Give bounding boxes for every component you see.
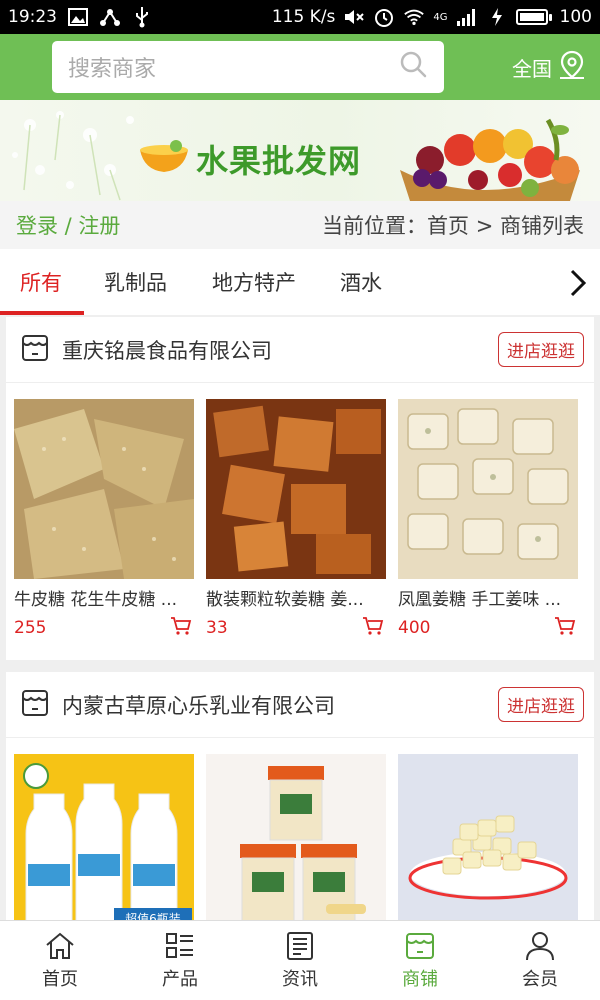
chevron-right-icon[interactable] [566, 267, 588, 303]
news-icon [287, 931, 313, 960]
fruit-basket-illustration [400, 118, 580, 201]
clock: 19:23 [8, 7, 57, 27]
nav-shops[interactable]: 商铺 [360, 921, 480, 1000]
battery-icon [515, 9, 552, 25]
milk-promo-text: 超值6瓶装 [125, 911, 181, 920]
product-item[interactable]: 散装颗粒软姜糖 姜... 33 [206, 399, 386, 640]
home-icon [46, 932, 74, 959]
dairy-jars-image [206, 754, 386, 920]
nav-products-label: 产品 [162, 968, 198, 990]
shop-card-header: 内蒙古草原心乐乳业有限公司 进店逛逛 [6, 672, 594, 738]
phoenix-ginger-candy-image [398, 399, 578, 579]
product-row: 超值6瓶装 [6, 738, 594, 920]
tab-all[interactable]: 所有 [0, 249, 84, 315]
category-tabs: 所有 乳制品 地方特产 酒水 [0, 249, 600, 315]
peanut-brittle-image [14, 399, 194, 579]
image-notification-icon [67, 6, 89, 28]
banner[interactable]: 水果批发网 [0, 100, 600, 201]
region-selector[interactable]: 全国 [512, 50, 586, 85]
alarm-icon [373, 6, 395, 28]
search-icon[interactable] [398, 49, 428, 85]
shop-card-header: 重庆铭晨食品有限公司 进店逛逛 [6, 317, 594, 383]
share-icon [99, 6, 121, 28]
network-type: 4G [433, 11, 448, 23]
product-item[interactable]: 凤凰姜糖 手工姜味 ... 400 [398, 399, 578, 640]
shop-icon [406, 932, 434, 959]
bottom-nav: 首页 产品 资讯 商铺 会员 [0, 920, 600, 1000]
product-item[interactable] [206, 754, 386, 920]
product-item[interactable]: 超值6瓶装 [14, 754, 194, 920]
add-to-cart-icon[interactable] [362, 616, 384, 640]
nav-news-label: 资讯 [282, 968, 318, 990]
nav-home[interactable]: 首页 [0, 921, 120, 1000]
add-to-cart-icon[interactable] [170, 616, 192, 640]
shop-card: 重庆铭晨食品有限公司 进店逛逛 牛皮糖 花生牛皮糖 ... 255 散装颗粒软姜… [6, 317, 594, 660]
banner-brand-title: 水果批发网 [196, 142, 362, 180]
region-label: 全国 [512, 56, 552, 81]
product-title: 散装颗粒软姜糖 姜... [206, 590, 364, 610]
tab-dairy[interactable]: 乳制品 [104, 249, 167, 315]
tab-liquor[interactable]: 酒水 [340, 249, 382, 315]
product-item[interactable] [398, 754, 578, 920]
enter-shop-button[interactable]: 进店逛逛 [498, 687, 584, 722]
nav-member-label: 会员 [522, 968, 558, 990]
usb-icon [131, 6, 153, 28]
shop-name[interactable]: 内蒙古草原心乐乳业有限公司 [62, 690, 335, 720]
list-icon [166, 932, 193, 958]
shop-card: 内蒙古草原心乐乳业有限公司 进店逛逛 超值6瓶装 [6, 672, 594, 920]
juice-cup-logo-icon [140, 140, 188, 172]
shop-list: 重庆铭晨食品有限公司 进店逛逛 牛皮糖 花生牛皮糖 ... 255 散装颗粒软姜… [0, 315, 600, 920]
search-input[interactable]: 搜索商家 [52, 41, 444, 93]
app-header: 搜索商家 全国 [0, 34, 600, 100]
search-placeholder: 搜索商家 [68, 57, 157, 82]
store-icon [20, 333, 50, 367]
login-register-link[interactable]: 登录 / 注册 [16, 210, 120, 240]
location-pin-icon [558, 50, 586, 85]
mute-icon [343, 6, 365, 28]
nav-member[interactable]: 会员 [480, 921, 600, 1000]
network-speed: 115 K/s [271, 7, 336, 27]
product-price: 400 [398, 618, 431, 638]
product-title: 牛皮糖 花生牛皮糖 ... [14, 590, 178, 610]
product-price: 33 [206, 618, 228, 638]
store-icon [20, 688, 50, 722]
cheese-cubes-image [398, 754, 578, 920]
breadcrumb-bar: 登录 / 注册 当前位置：首页 > 商铺列表 [0, 201, 600, 249]
charging-icon [486, 6, 508, 28]
milk-bottles-image: 超值6瓶装 [14, 754, 194, 920]
product-price: 255 [14, 618, 47, 638]
tab-local-specialty[interactable]: 地方特产 [212, 249, 296, 315]
nav-news[interactable]: 资讯 [240, 921, 360, 1000]
enter-shop-button[interactable]: 进店逛逛 [498, 332, 584, 367]
ginger-candy-image [206, 399, 386, 579]
user-icon [526, 931, 554, 960]
nav-home-label: 首页 [42, 968, 78, 990]
signal-icon [456, 6, 478, 28]
product-item[interactable]: 牛皮糖 花生牛皮糖 ... 255 [14, 399, 194, 640]
nav-products[interactable]: 产品 [120, 921, 240, 1000]
battery-percent: 100 [559, 7, 592, 27]
product-title: 凤凰姜糖 手工姜味 ... [398, 590, 562, 610]
breadcrumb: 当前位置：首页 > 商铺列表 [322, 214, 584, 238]
product-row: 牛皮糖 花生牛皮糖 ... 255 散装颗粒软姜糖 姜... 33 凤凰姜糖 手… [6, 383, 594, 640]
shop-name[interactable]: 重庆铭晨食品有限公司 [62, 335, 272, 365]
nav-shops-label: 商铺 [402, 968, 438, 990]
status-bar: 19:23 115 K/s 4G 100 [0, 0, 600, 34]
add-to-cart-icon[interactable] [554, 616, 576, 640]
wifi-icon [403, 6, 425, 28]
